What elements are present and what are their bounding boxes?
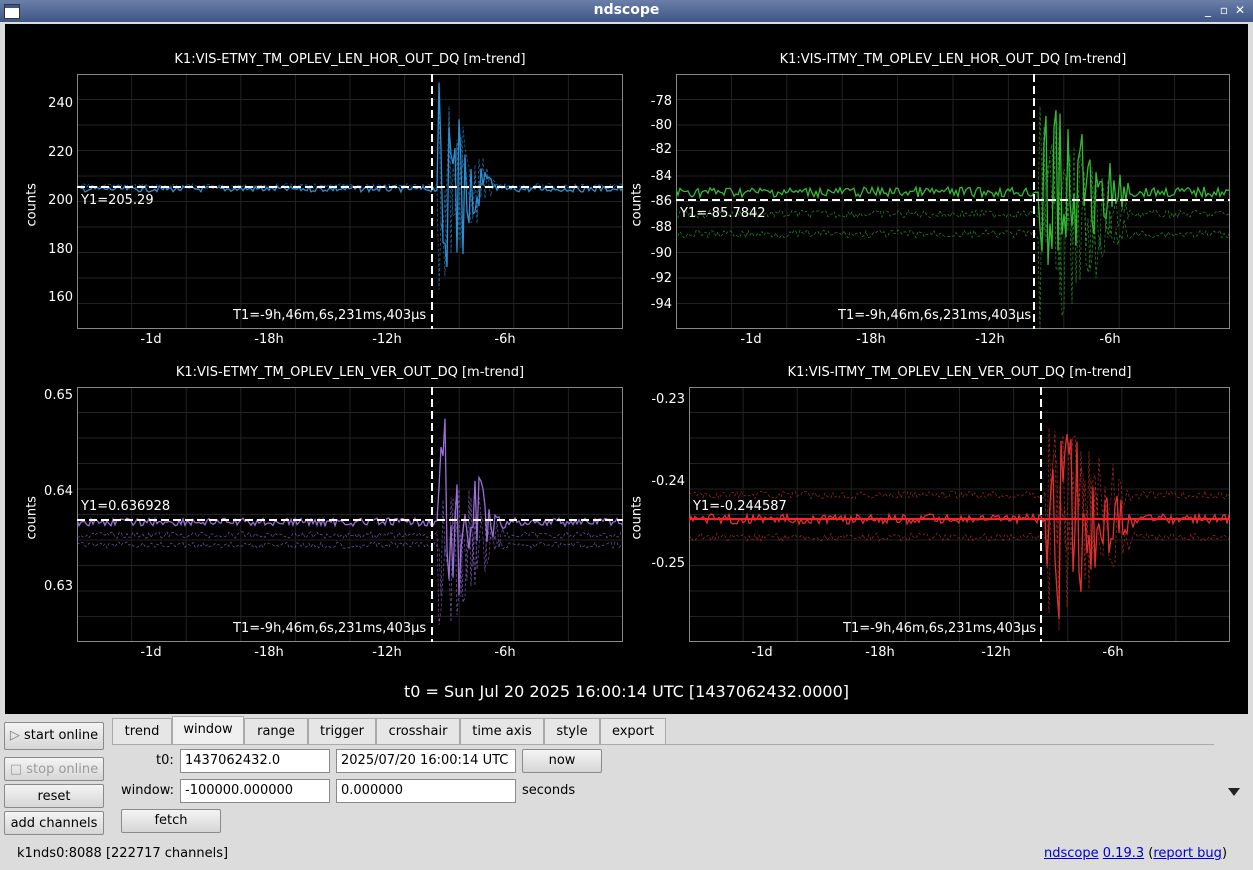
y-tick: 0.65: [44, 388, 73, 403]
y-tick: 160: [48, 290, 73, 305]
y-tick: -82: [650, 142, 672, 157]
plot-title-etmy-hor: K1:VIS-ETMY_TM_OPLEV_LEN_HOR_OUT_DQ [m-t…: [174, 52, 526, 67]
window-title: ndscope: [593, 2, 660, 18]
tab-style[interactable]: style: [544, 718, 600, 744]
seconds-label: seconds: [522, 783, 576, 798]
version-link[interactable]: 0.19.3: [1103, 846, 1144, 861]
x-tick: -18h: [254, 332, 284, 347]
add-channels-button[interactable]: add channels: [4, 811, 104, 835]
plot-canvas-etmy-ver[interactable]: [77, 387, 623, 642]
y-tick: 0.63: [44, 579, 73, 594]
y-tick: 0.64: [44, 484, 73, 499]
tab-export[interactable]: export: [600, 718, 666, 744]
t0-field-label: t0:: [156, 753, 174, 768]
y-tick: -0.24: [651, 474, 685, 489]
plot-canvas-etmy-hor[interactable]: [77, 74, 623, 329]
y-tick: -0.25: [651, 556, 685, 571]
play-icon: ▷: [9, 728, 25, 743]
title-bar: ndscope _ ▫ ✕: [0, 0, 1253, 22]
y-tick: -90: [650, 246, 672, 261]
x-tick: -1d: [140, 645, 162, 660]
stop-online-label: stop online: [26, 762, 99, 777]
y-tick: -0.23: [651, 392, 685, 407]
x-tick: -12h: [372, 645, 402, 660]
x-tick: -18h: [254, 645, 284, 660]
close-button[interactable]: ✕: [1232, 2, 1248, 18]
control-panel: ▷ start online □ stop online reset add c…: [0, 714, 1253, 870]
x-tick: -6h: [1099, 332, 1121, 347]
x-tick: -18h: [865, 645, 895, 660]
stop-online-button[interactable]: □ stop online: [4, 757, 104, 781]
x-tick: -6h: [1102, 645, 1124, 660]
plot-title-etmy-ver: K1:VIS-ETMY_TM_OPLEV_LEN_VER_OUT_DQ [m-t…: [175, 365, 525, 380]
tab-trend[interactable]: trend: [112, 718, 172, 744]
maximize-button[interactable]: ▫: [1216, 2, 1232, 18]
start-online-label: start online: [24, 728, 99, 743]
reset-button[interactable]: reset: [4, 784, 104, 808]
tab-crosshair[interactable]: crosshair: [376, 718, 460, 744]
x-tick: -1d: [740, 332, 762, 347]
x-tick: -6h: [494, 645, 516, 660]
t0-gps-input[interactable]: 1437062432.0: [180, 749, 330, 773]
y1-readout: Y1=-85.7842: [680, 206, 766, 221]
t1-readout: T1=-9h,46m,6s,231ms,403µs: [233, 621, 427, 636]
y-tick: -92: [650, 271, 672, 286]
y-tick: -78: [650, 94, 672, 109]
start-online-button[interactable]: ▷ start online: [4, 722, 104, 750]
y-tick: -94: [650, 297, 672, 312]
tab-trigger[interactable]: trigger: [308, 718, 376, 744]
ndscope-link[interactable]: ndscope: [1044, 846, 1099, 861]
y-tick: 240: [48, 96, 73, 111]
stop-icon: □: [9, 762, 27, 777]
window-field-label: window:: [121, 783, 174, 798]
tab-range[interactable]: range: [244, 718, 308, 744]
report-bug-link[interactable]: report bug: [1153, 846, 1222, 861]
x-tick: -1d: [751, 645, 773, 660]
x-tick: -6h: [494, 332, 516, 347]
plot-title-itmy-hor: K1:VIS-ITMY_TM_OPLEV_LEN_HOR_OUT_DQ [m-t…: [779, 52, 1127, 67]
x-tick: -1d: [140, 332, 162, 347]
plot-area[interactable]: K1:VIS-ETMY_TM_OPLEV_LEN_HOR_OUT_DQ [m-t…: [5, 24, 1248, 714]
about-links: ndscope 0.19.3 (report bug): [1044, 846, 1227, 861]
x-tick: -12h: [981, 645, 1011, 660]
t1-readout: T1=-9h,46m,6s,231ms,403µs: [233, 308, 427, 323]
x-tick: -12h: [975, 332, 1005, 347]
y1-readout: Y1=205.29: [81, 193, 154, 208]
plot-canvas-itmy-ver[interactable]: [689, 387, 1230, 642]
y-tick: -80: [650, 118, 672, 133]
expand-arrow-icon[interactable]: [1228, 788, 1240, 796]
plot-title-itmy-ver: K1:VIS-ITMY_TM_OPLEV_LEN_VER_OUT_DQ [m-t…: [787, 365, 1132, 380]
tab-window[interactable]: window: [172, 716, 244, 745]
now-button[interactable]: now: [522, 749, 602, 773]
window-end-input[interactable]: 0.000000: [336, 779, 516, 803]
paren: ): [1221, 846, 1228, 861]
plot-ylabel: counts: [629, 496, 645, 540]
y1-readout: Y1=-0.244587: [693, 499, 787, 514]
server-status: k1nds0:8088 [222717 channels]: [17, 846, 228, 861]
tab-time-axis[interactable]: time axis: [460, 718, 544, 744]
t0-label: t0 = Sun Jul 20 2025 16:00:14 UTC [14370…: [403, 682, 850, 701]
t1-readout: T1=-9h,46m,6s,231ms,403µs: [838, 308, 1032, 323]
x-tick: -18h: [856, 332, 886, 347]
t0-utc-input[interactable]: 2025/07/20 16:00:14 UTC: [336, 749, 516, 773]
y-tick: -84: [650, 169, 672, 184]
y-tick: 220: [48, 145, 73, 160]
plot-canvas-itmy-hor[interactable]: [676, 74, 1230, 329]
fetch-button[interactable]: fetch: [121, 809, 221, 833]
tab-divider: [112, 744, 1214, 745]
server-address: k1nds0:8088: [17, 846, 102, 861]
y-tick: 180: [48, 242, 73, 257]
channel-count: [222717 channels]: [105, 846, 229, 861]
minimize-button[interactable]: _: [1200, 2, 1216, 18]
y-tick: -88: [650, 220, 672, 235]
y1-readout: Y1=0.636928: [81, 499, 171, 514]
window-start-input[interactable]: -100000.000000: [180, 779, 330, 803]
x-tick: -12h: [372, 332, 402, 347]
y-tick: 200: [48, 193, 73, 208]
y-tick: -86: [650, 194, 672, 209]
t1-readout: T1=-9h,46m,6s,231ms,403µs: [843, 621, 1037, 636]
